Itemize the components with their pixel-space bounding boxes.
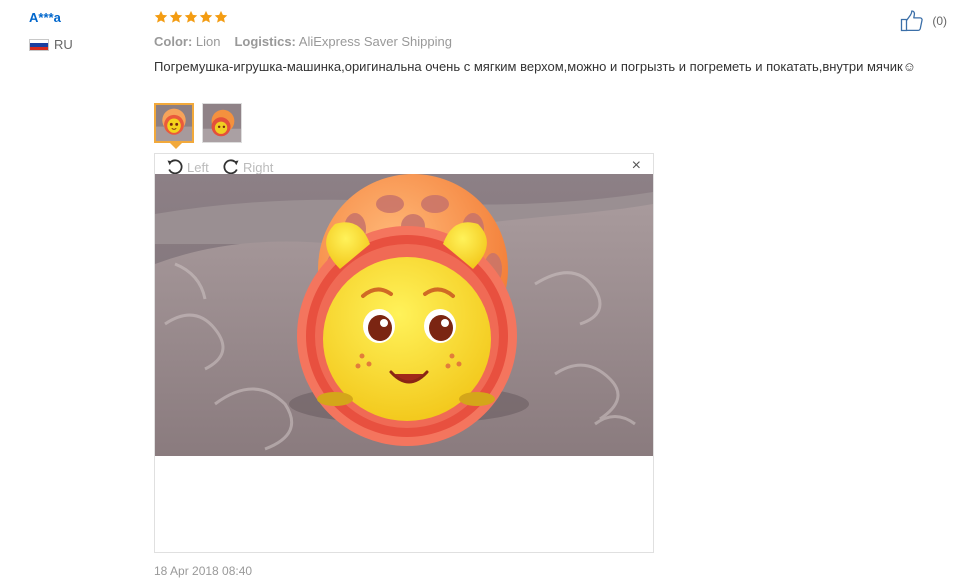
review-text: Погремушка-игрушка-машинка,оригинальна о…	[154, 59, 916, 74]
active-thumbnail-indicator	[170, 143, 182, 149]
star-icon	[184, 10, 198, 23]
color-label: Color:	[154, 34, 193, 49]
rotate-right-label: Right	[243, 159, 274, 175]
review-photo-thumbnail[interactable]	[202, 103, 242, 143]
lion-rattle-toy-image	[155, 174, 653, 456]
rotate-left-label: Left	[187, 159, 209, 175]
russia-flag-icon	[29, 39, 49, 51]
review-date: 18 Apr 2018 08:40	[154, 564, 253, 578]
star-icon	[199, 10, 213, 23]
color-value: Lion	[195, 34, 221, 49]
helpful-count: (0)	[932, 14, 947, 28]
star-icon	[154, 10, 168, 23]
logistics-value: AliExpress Saver Shipping	[298, 34, 452, 49]
close-viewer-button[interactable]: ×	[632, 157, 641, 175]
star-icon	[169, 10, 183, 23]
helpful-vote[interactable]: (0)	[900, 10, 947, 32]
logistics-label: Logistics:	[234, 34, 296, 49]
star-icon	[214, 10, 228, 23]
star-rating	[154, 10, 228, 24]
lion-toy-thumbnail-image	[156, 105, 192, 141]
order-meta: Color: Lion Logistics: AliExpress Saver S…	[154, 34, 452, 49]
thumbs-up-icon[interactable]	[900, 10, 924, 32]
reviewer-name[interactable]: A***a	[29, 10, 61, 25]
lion-toy-side-thumbnail-image	[203, 104, 241, 142]
review-photo-thumbnail[interactable]	[154, 103, 194, 143]
review-photo	[155, 174, 653, 456]
reviewer-country: RU	[54, 37, 73, 52]
photo-viewer: Left Right ×	[154, 153, 654, 553]
